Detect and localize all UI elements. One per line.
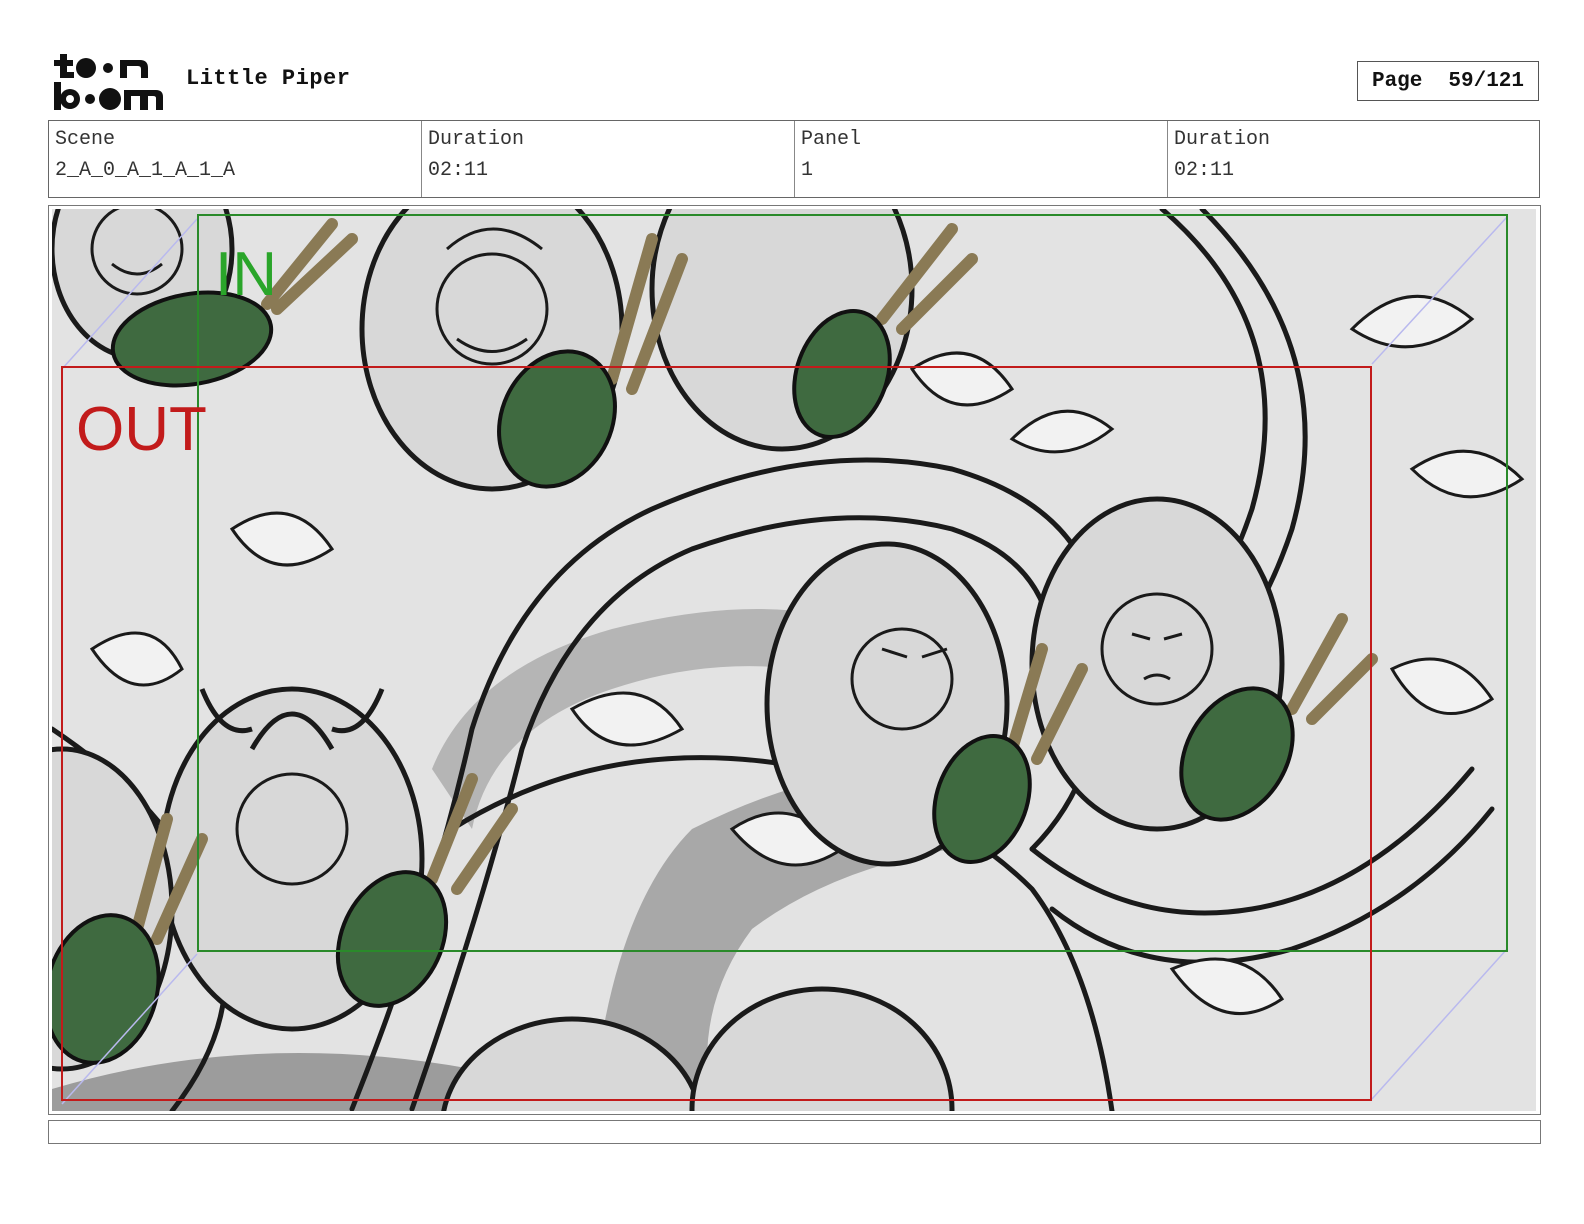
panel-label: Panel bbox=[801, 128, 862, 151]
page-indicator: Page 59/121 bbox=[1357, 61, 1539, 101]
panel-drawing: IN OUT bbox=[52, 209, 1536, 1111]
panel-duration-value: 02:11 bbox=[1174, 159, 1235, 182]
panel-duration-label: Duration bbox=[1174, 128, 1271, 151]
panel-info-table: Scene 2_A_0_A_1_A_1_A Duration 02:11 Pan… bbox=[48, 120, 1540, 198]
panel-cell: Panel 1 bbox=[795, 121, 1168, 197]
project-title: Little Piper bbox=[186, 66, 351, 91]
scene-value: 2_A_0_A_1_A_1_A bbox=[55, 159, 236, 182]
toonboom-logo bbox=[50, 50, 166, 112]
out-frame-label: OUT bbox=[76, 395, 207, 464]
scene-duration-label: Duration bbox=[428, 128, 525, 151]
panel-value: 1 bbox=[801, 159, 814, 182]
scene-label: Scene bbox=[55, 128, 116, 151]
scene-duration-value: 02:11 bbox=[428, 159, 489, 182]
scene-duration-cell: Duration 02:11 bbox=[422, 121, 795, 197]
panel-caption bbox=[48, 1120, 1541, 1144]
scene-cell: Scene 2_A_0_A_1_A_1_A bbox=[49, 121, 422, 197]
page-label: Page bbox=[1371, 69, 1423, 93]
storyboard-panel: IN OUT bbox=[48, 205, 1541, 1115]
in-frame-label: IN bbox=[215, 240, 277, 309]
panel-duration-cell: Duration 02:11 bbox=[1168, 121, 1539, 197]
page-number: 59/121 bbox=[1448, 69, 1525, 93]
